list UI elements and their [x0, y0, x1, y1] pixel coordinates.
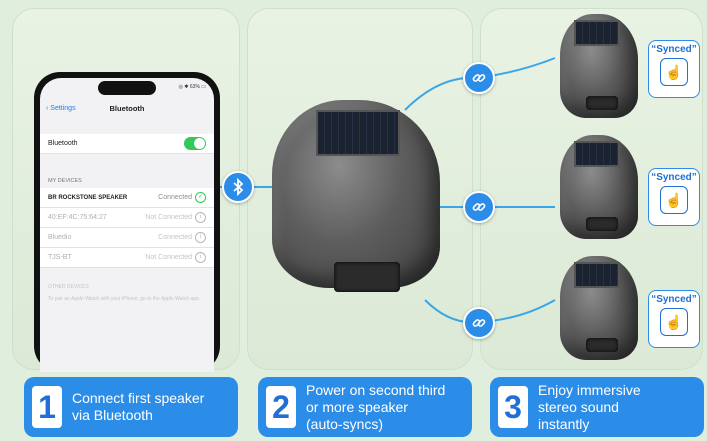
step-text: Connect first speaker via Bluetooth — [72, 390, 204, 424]
device-name: 40:EF:4C:75:64:27 — [48, 214, 107, 221]
step-text-line: stereo sound — [538, 398, 619, 415]
device-status-text: Connected — [158, 234, 192, 241]
step-text-line: Power on second third — [306, 381, 446, 398]
synced-label: “Synced” — [651, 172, 697, 183]
info-icon[interactable]: i — [195, 212, 206, 223]
synced-label: “Synced” — [651, 294, 697, 305]
synced-badge: “Synced” ☝ — [648, 40, 700, 98]
check-icon: ✓ — [195, 192, 206, 203]
rock-speaker-small — [560, 14, 638, 118]
device-name: Bluedio — [48, 234, 72, 241]
link-icon — [463, 62, 495, 94]
solar-panel — [574, 262, 620, 288]
solar-panel — [316, 110, 400, 156]
rock-speaker-small — [560, 135, 638, 239]
bluetooth-icon — [222, 171, 254, 203]
bluetooth-label: Bluetooth — [48, 140, 78, 147]
link-icon — [463, 191, 495, 223]
device-status: Not Connected i — [145, 212, 206, 223]
step-number: 3 — [498, 386, 528, 428]
phone: ◎ ✱ 63% ▭ ‹ Settings Bluetooth Bluetooth… — [34, 72, 220, 372]
device-row[interactable]: TJS-BT Not Connected i — [40, 248, 214, 268]
nav-title: Bluetooth — [109, 103, 145, 113]
speaker-grille — [334, 262, 400, 292]
tap-hand-icon: ☝ — [660, 186, 688, 214]
step-text-line: (auto-syncs) — [306, 415, 384, 432]
synced-badge: “Synced” ☝ — [648, 168, 700, 226]
device-status-text: Connected — [158, 194, 192, 201]
tap-hand-icon: ☝ — [660, 58, 688, 86]
bluetooth-toggle[interactable] — [184, 137, 206, 150]
rock-speaker-main — [272, 100, 440, 292]
step-number: 1 — [32, 386, 62, 428]
my-devices-header: MY DEVICES — [48, 178, 82, 184]
device-name: TJS-BT — [48, 254, 72, 261]
status-indicators: ◎ ✱ 63% ▭ — [178, 84, 206, 90]
device-name: BR ROCKSTONE SPEAKER — [48, 194, 128, 201]
rock-speaker-small — [560, 256, 638, 360]
status-bar: ◎ ✱ 63% ▭ — [50, 84, 206, 90]
device-status: Connected i — [158, 232, 206, 243]
solar-panel — [574, 141, 620, 167]
step-text: Enjoy immersive stereo sound instantly — [538, 382, 641, 433]
speaker-grille — [586, 217, 618, 231]
step-number: 2 — [266, 386, 296, 428]
info-icon[interactable]: i — [195, 232, 206, 243]
info-icon[interactable]: i — [195, 252, 206, 263]
solar-panel — [574, 20, 620, 46]
device-row[interactable]: Bluedio Connected i — [40, 228, 214, 248]
step-2-banner: 2 Power on second third or more speaker … — [258, 377, 472, 437]
step-text-line: via Bluetooth — [72, 407, 153, 423]
step-1-banner: 1 Connect first speaker via Bluetooth — [24, 377, 238, 437]
device-row[interactable]: BR ROCKSTONE SPEAKER Connected ✓ — [40, 188, 214, 208]
speaker-grille — [586, 338, 618, 352]
device-row[interactable]: 40:EF:4C:75:64:27 Not Connected i — [40, 208, 214, 228]
device-status: Not Connected i — [145, 252, 206, 263]
phone-screen: ◎ ✱ 63% ▭ ‹ Settings Bluetooth Bluetooth… — [40, 78, 214, 372]
step-3-banner: 3 Enjoy immersive stereo sound instantly — [490, 377, 704, 437]
device-status-text: Not Connected — [145, 254, 192, 261]
step-text: Power on second third or more speaker (a… — [306, 382, 445, 433]
speaker-grille — [586, 96, 618, 110]
link-icon — [463, 307, 495, 339]
device-status: Connected ✓ — [158, 192, 206, 203]
tap-hand-icon: ☝ — [660, 308, 688, 336]
device-status-text: Not Connected — [145, 214, 192, 221]
step-text-line: or more speaker — [306, 398, 408, 415]
nav-bar: ‹ Settings Bluetooth — [40, 100, 214, 116]
step-text-line: instantly — [538, 415, 590, 432]
step-text-line: Connect first speaker — [72, 390, 205, 406]
synced-badge: “Synced” ☝ — [648, 290, 700, 348]
other-devices-header: OTHER DEVICES — [48, 284, 89, 290]
synced-label: “Synced” — [651, 44, 697, 55]
bluetooth-row: Bluetooth — [40, 134, 214, 154]
step-text-line: Enjoy immersive — [538, 381, 641, 398]
pairing-hint: To pair an Apple Watch with your iPhone,… — [48, 296, 201, 302]
